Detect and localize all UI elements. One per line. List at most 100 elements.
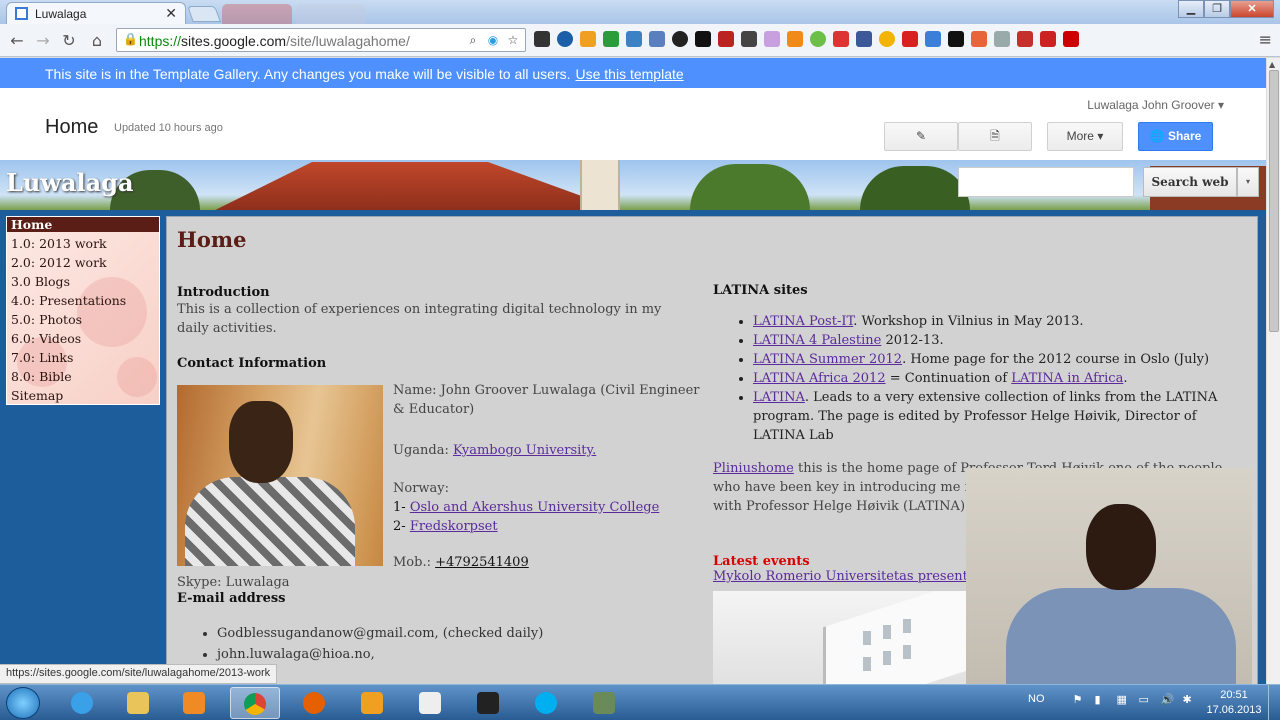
edit-page-button[interactable]: ✎ <box>884 122 958 151</box>
background-tab[interactable] <box>222 4 292 24</box>
page-scrollbar[interactable]: ▲ <box>1266 58 1280 684</box>
taskbar-app-recorder[interactable] <box>580 687 630 719</box>
close-window-button[interactable]: ✕ <box>1230 0 1274 18</box>
taskbar-outlook[interactable] <box>348 687 398 719</box>
extension-icon[interactable] <box>580 31 596 47</box>
youtube-icon[interactable] <box>1017 31 1033 47</box>
extension-icon[interactable] <box>1040 31 1056 47</box>
extension-icon[interactable] <box>948 31 964 47</box>
phone-link[interactable]: +4792541409 <box>435 555 529 570</box>
sidebar-item-photos[interactable]: 5.0: Photos <box>7 310 159 329</box>
taskbar-app-s[interactable] <box>464 687 514 719</box>
sidebar-item-sitemap[interactable]: Sitemap <box>7 386 159 404</box>
language-indicator[interactable]: NO <box>1028 693 1045 707</box>
site-search-input[interactable] <box>958 167 1134 197</box>
extension-icon[interactable] <box>833 31 849 47</box>
search-web-button[interactable]: Search web <box>1143 167 1237 197</box>
taskbar-firefox[interactable] <box>290 687 340 719</box>
list-item: Godblessugandanow@gmail.com, (checked da… <box>217 623 543 644</box>
network-icon[interactable]: ▦ <box>1117 693 1129 707</box>
extension-icons <box>534 31 1079 47</box>
sidebar-item-2013-work[interactable]: 1.0: 2013 work <box>7 234 159 253</box>
skype-ext-icon[interactable]: ◉ <box>485 32 501 48</box>
home-icon[interactable]: ⌂ <box>86 30 108 52</box>
user-menu[interactable]: Luwalaga John Groover ▾ <box>1087 98 1224 112</box>
extension-icon[interactable] <box>994 31 1010 47</box>
facebook-icon[interactable] <box>856 31 872 47</box>
more-button[interactable]: More ▾ <box>1047 122 1123 151</box>
pliniushome-link[interactable]: Pliniushome <box>713 461 794 476</box>
browser-tab-luwalaga[interactable]: Luwalaga ✕ <box>6 2 186 24</box>
sidebar-item-videos[interactable]: 6.0: Videos <box>7 329 159 348</box>
windows-start-button[interactable] <box>6 687 40 719</box>
search-dropdown-icon[interactable]: ▾ <box>1237 167 1259 197</box>
extension-icon[interactable] <box>695 31 711 47</box>
share-button[interactable]: 🌐 Share <box>1138 122 1213 151</box>
security-icon[interactable]: ✱ <box>1183 693 1195 707</box>
google-sites-icon <box>15 7 28 20</box>
sidebar-item-bible[interactable]: 8.0: Bible <box>7 367 159 386</box>
tab-close-icon[interactable]: ✕ <box>165 5 177 22</box>
flag-icon[interactable]: ⚑ <box>1073 693 1085 707</box>
minimize-button[interactable]: ▁ <box>1178 0 1204 18</box>
sidebar-item-2012-work[interactable]: 2.0: 2012 work <box>7 253 159 272</box>
extension-icon[interactable] <box>810 31 826 47</box>
taskbar-skype[interactable] <box>522 687 572 719</box>
extension-icon[interactable] <box>672 31 688 47</box>
latina-palestine-link[interactable]: LATINA 4 Palestine <box>753 333 881 348</box>
extension-icon[interactable] <box>603 31 619 47</box>
extension-icon[interactable] <box>649 31 665 47</box>
sidebar-item-blogs[interactable]: 3.0 Blogs <box>7 272 159 291</box>
extension-icon[interactable] <box>1063 31 1079 47</box>
oslo-akershus-link[interactable]: Oslo and Akershus University College <box>410 500 659 515</box>
power-icon[interactable]: ▮ <box>1095 693 1107 707</box>
fredskorpset-link[interactable]: Fredskorpset <box>410 519 498 534</box>
background-tab[interactable] <box>296 4 366 24</box>
rss-icon[interactable] <box>787 31 803 47</box>
sidebar-item-home[interactable]: Home <box>7 217 159 232</box>
taskbar-media[interactable] <box>170 687 220 719</box>
latina-post-it-link[interactable]: LATINA Post-IT <box>753 314 853 329</box>
extension-icon[interactable] <box>718 31 734 47</box>
extension-icon[interactable] <box>534 31 550 47</box>
reload-icon[interactable]: ↻ <box>58 30 80 52</box>
extension-icon[interactable] <box>902 31 918 47</box>
kyambogo-link[interactable]: Kyambogo University. <box>453 443 596 458</box>
taskbar-explorer[interactable] <box>114 687 164 719</box>
monitor-icon[interactable]: ▭ <box>1139 693 1151 707</box>
latina-summer-link[interactable]: LATINA Summer 2012 <box>753 352 902 367</box>
site-title[interactable]: Luwalaga <box>6 168 134 197</box>
volume-icon[interactable]: 🔊 <box>1161 693 1175 707</box>
latina-in-africa-link[interactable]: LATINA in Africa <box>1011 371 1123 386</box>
address-bar[interactable]: 🔒 https://sites.google.com/site/luwalaga… <box>116 28 526 52</box>
scrollbar-thumb[interactable] <box>1269 70 1279 332</box>
extension-icon[interactable] <box>626 31 642 47</box>
taskbar-chrome[interactable] <box>230 687 280 719</box>
taskbar-ie[interactable] <box>58 687 108 719</box>
star-bookmark-icon[interactable]: ☆ <box>505 32 521 48</box>
new-page-button[interactable]: 🗎 <box>958 122 1032 151</box>
scroll-up-icon[interactable]: ▲ <box>1269 60 1275 69</box>
extension-icon[interactable] <box>557 31 573 47</box>
taskbar-clock[interactable]: 20:51 17.06.2013 <box>1204 688 1264 718</box>
extension-icon[interactable] <box>764 31 780 47</box>
use-template-link[interactable]: Use this template <box>576 66 684 82</box>
back-arrow-icon[interactable]: ← <box>6 30 28 52</box>
sidebar-item-presentations[interactable]: 4.0: Presentations <box>7 291 159 310</box>
latina-link[interactable]: LATINA <box>753 390 805 405</box>
maximize-button[interactable]: ❐ <box>1204 0 1230 18</box>
extension-icon[interactable] <box>879 31 895 47</box>
search-icon[interactable]: ⌕ <box>465 32 481 48</box>
extension-icon[interactable] <box>741 31 757 47</box>
extension-icon[interactable] <box>925 31 941 47</box>
list-item: LATINA. Leads to a very extensive collec… <box>753 388 1243 445</box>
taskbar-app[interactable] <box>406 687 456 719</box>
forward-arrow-icon[interactable]: → <box>32 30 54 52</box>
extension-icon[interactable] <box>971 31 987 47</box>
new-tab-button[interactable] <box>187 6 221 22</box>
latina-africa-2012-link[interactable]: LATINA Africa 2012 <box>753 371 886 386</box>
content-left-column: Introduction This is a collection of exp… <box>177 285 700 662</box>
show-desktop-button[interactable] <box>1268 685 1280 720</box>
sidebar-item-links[interactable]: 7.0: Links <box>7 348 159 367</box>
chrome-menu-icon[interactable]: ≡ <box>1259 30 1272 49</box>
